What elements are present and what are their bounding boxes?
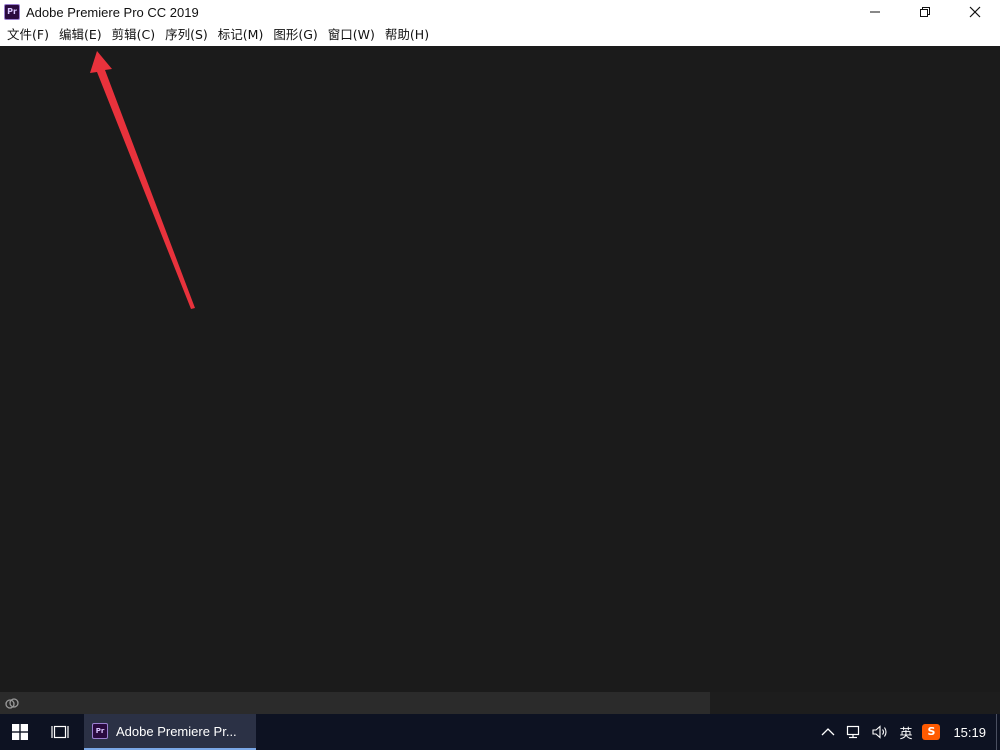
network-button[interactable] (840, 714, 866, 750)
system-tray: 英 S 15:19 (816, 714, 1000, 750)
empty-workspace (0, 46, 1000, 692)
status-bar (0, 692, 1000, 714)
show-desktop-button[interactable] (996, 714, 1000, 750)
menu-sequence[interactable]: 序列(S) (160, 24, 213, 46)
red-annotation-arrow (90, 51, 195, 309)
restore-icon (920, 7, 930, 17)
taskbar-clock[interactable]: 15:19 (945, 725, 996, 740)
volume-button[interactable] (866, 714, 894, 750)
network-icon (847, 725, 860, 739)
tray-overflow-button[interactable] (816, 714, 840, 750)
status-bar-right-segment (710, 692, 1000, 714)
menu-graphics[interactable]: 图形(G) (268, 24, 322, 46)
minimize-icon (870, 11, 880, 13)
premiere-app-icon[interactable]: Pr (4, 4, 20, 20)
window-controls (850, 0, 1000, 24)
menu-clip[interactable]: 剪辑(C) (107, 24, 160, 46)
speaker-icon (872, 725, 887, 739)
window-title: Adobe Premiere Pro CC 2019 (26, 4, 199, 20)
premiere-taskbar-icon: Pr (92, 723, 108, 739)
ime-language-indicator[interactable]: 英 (894, 714, 917, 750)
sogou-ime-icon: S (922, 724, 941, 740)
menu-window[interactable]: 窗口(W) (323, 24, 380, 46)
menu-edit[interactable]: 编辑(E) (54, 24, 107, 46)
menu-bar: 文件(F) 编辑(E) 剪辑(C) 序列(S) 标记(M) 图形(G) 窗口(W… (0, 24, 1000, 46)
task-view-icon (51, 725, 69, 739)
chevron-up-icon (821, 728, 835, 736)
menu-help[interactable]: 帮助(H) (380, 24, 434, 46)
creative-cloud-sync-icon[interactable] (4, 695, 20, 711)
menu-file[interactable]: 文件(F) (2, 24, 54, 46)
taskbar-app-label: Adobe Premiere Pr... (116, 723, 237, 739)
sogou-ime-button[interactable]: S (917, 714, 945, 750)
close-icon (969, 6, 981, 18)
close-button[interactable] (950, 0, 1000, 24)
task-view-button[interactable] (40, 714, 80, 750)
start-button[interactable] (0, 714, 40, 750)
menu-marker[interactable]: 标记(M) (213, 24, 269, 46)
taskbar-app-premiere[interactable]: Pr Adobe Premiere Pr... (84, 714, 256, 750)
minimize-button[interactable] (850, 0, 900, 24)
title-bar: Pr Adobe Premiere Pro CC 2019 (0, 0, 1000, 24)
windows-start-icon (12, 724, 28, 740)
taskbar: Pr Adobe Premiere Pr... 英 S 15:19 (0, 714, 1000, 750)
restore-button[interactable] (900, 0, 950, 24)
